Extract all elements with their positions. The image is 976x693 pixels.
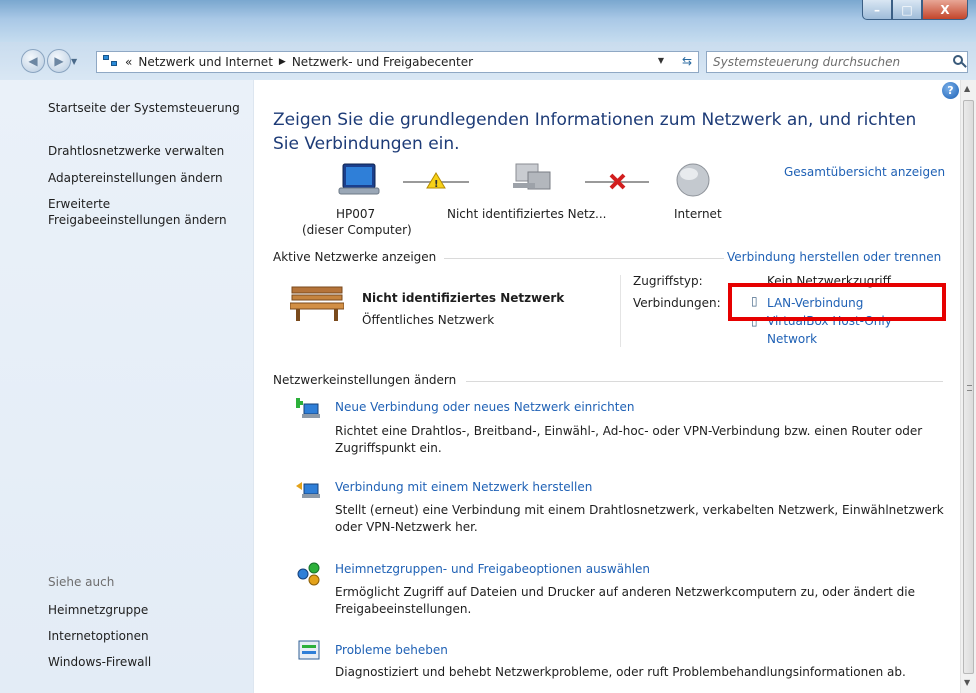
overview-link[interactable]: Gesamtübersicht anzeigen bbox=[784, 165, 945, 179]
back-button[interactable]: ◀ bbox=[21, 49, 45, 73]
address-overflow[interactable]: « bbox=[125, 55, 132, 69]
new-connection-desc: Richtet eine Drahtlos-, Breitband-, Einw… bbox=[335, 424, 923, 438]
address-separator[interactable]: ▶ bbox=[279, 57, 286, 67]
sidebar-item-adapter[interactable]: Adaptereinstellungen ändern bbox=[48, 170, 223, 186]
connect-network-desc: Stellt (erneut) eine Verbindung mit eine… bbox=[335, 503, 944, 517]
scroll-down-icon[interactable]: ▼ bbox=[964, 678, 970, 687]
connections-label: Verbindungen: bbox=[633, 296, 721, 310]
section-divider bbox=[444, 258, 724, 259]
sidebar-item-wireless[interactable]: Drahtlosnetzwerke verwalten bbox=[48, 143, 224, 159]
see-also-label: Siehe auch bbox=[48, 575, 115, 589]
homegroup-desc: Ermöglicht Zugriff auf Dateien und Druck… bbox=[335, 585, 915, 599]
sidebar-item-homegroup[interactable]: Heimnetzgruppe bbox=[48, 602, 148, 618]
title-bar: – □ X bbox=[0, 0, 976, 42]
search-icon[interactable] bbox=[953, 55, 963, 65]
vertical-scrollbar[interactable]: ▲ ▼ bbox=[960, 80, 976, 693]
access-type-label: Zugriffstyp: bbox=[633, 274, 703, 288]
bench-icon bbox=[290, 286, 344, 321]
scroll-up-icon[interactable]: ▲ bbox=[964, 84, 970, 93]
address-segment-network-internet[interactable]: Netzwerk und Internet bbox=[138, 55, 273, 69]
computer-icon[interactable] bbox=[338, 163, 380, 195]
window-controls: – □ X bbox=[862, 0, 968, 20]
internet-label: Internet bbox=[674, 207, 722, 221]
close-button[interactable]: X bbox=[922, 0, 968, 20]
search-placeholder: Systemsteuerung durchsuchen bbox=[713, 55, 901, 69]
vertical-divider bbox=[620, 275, 621, 347]
network-folder-icon bbox=[103, 55, 119, 69]
minimize-button[interactable]: – bbox=[862, 0, 892, 20]
settings-header: Netzwerkeinstellungen ändern bbox=[273, 373, 457, 387]
sidebar-home-link[interactable]: Startseite der Systemsteuerung bbox=[48, 100, 240, 116]
computer-name: HP007 bbox=[336, 207, 376, 221]
troubleshoot-link[interactable]: Probleme beheben bbox=[335, 643, 448, 657]
forward-arrow-icon: ▶ bbox=[54, 54, 64, 68]
network-map-label: Nicht identifiziertes Netz... bbox=[447, 207, 607, 221]
help-icon[interactable]: ? bbox=[942, 82, 959, 99]
address-bar[interactable]: « Netzwerk und Internet ▶ Netzwerk- und … bbox=[96, 51, 699, 73]
new-connection-link[interactable]: Neue Verbindung oder neues Netzwerk einr… bbox=[335, 400, 634, 414]
virtualbox-connection-link-line2[interactable]: Network bbox=[767, 332, 817, 346]
back-arrow-icon: ◀ bbox=[28, 54, 38, 68]
maximize-button[interactable]: □ bbox=[892, 0, 922, 20]
highlight-box bbox=[728, 283, 946, 321]
scroll-thumb[interactable] bbox=[963, 100, 974, 674]
connect-network-icon bbox=[296, 482, 320, 498]
connect-network-desc-line2: oder VPN-Netzwerk her. bbox=[335, 520, 478, 534]
forward-button[interactable]: ▶ bbox=[47, 49, 71, 73]
active-networks-header: Aktive Netzwerke anzeigen bbox=[273, 250, 437, 264]
sidebar-item-internet-options[interactable]: Internetoptionen bbox=[48, 628, 149, 644]
section-divider bbox=[466, 381, 943, 382]
active-network-name: Nicht identifiziertes Netzwerk bbox=[362, 291, 565, 305]
search-input[interactable]: Systemsteuerung durchsuchen bbox=[706, 51, 968, 73]
recent-pages-dropdown-icon[interactable]: ▼ bbox=[71, 57, 77, 66]
troubleshoot-desc: Diagnostiziert und behebt Netzwerkproble… bbox=[335, 665, 906, 679]
sidebar-item-advanced-sharing[interactable]: Erweiterte bbox=[48, 196, 110, 212]
computer-subtitle: (dieser Computer) bbox=[302, 223, 412, 237]
sidebar: Startseite der Systemsteuerung Drahtlosn… bbox=[0, 80, 254, 693]
navigation-bar: ◀ ▶ ▼ « Netzwerk und Internet ▶ Netzwerk… bbox=[0, 42, 976, 80]
homegroup-icon bbox=[297, 562, 320, 586]
homegroup-link[interactable]: Heimnetzgruppen- und Freigabeoptionen au… bbox=[335, 562, 650, 576]
sidebar-item-advanced-sharing-line2[interactable]: Freigabeeinstellungen ändern bbox=[48, 212, 227, 228]
page-title: Zeigen Sie die grundlegenden Information… bbox=[273, 110, 917, 154]
internet-globe-icon[interactable] bbox=[676, 163, 710, 197]
unidentified-network-icon[interactable] bbox=[513, 163, 551, 190]
new-connection-desc-line2: Zugriffspunkt ein. bbox=[335, 441, 442, 455]
connect-network-link[interactable]: Verbindung mit einem Netzwerk herstellen bbox=[335, 480, 592, 494]
sidebar-item-firewall[interactable]: Windows-Firewall bbox=[48, 654, 151, 670]
new-connection-icon bbox=[296, 398, 320, 418]
active-network-type[interactable]: Öffentliches Netzwerk bbox=[362, 313, 494, 327]
refresh-icon[interactable]: ⇆ bbox=[682, 54, 692, 68]
address-segment-network-center[interactable]: Netzwerk- und Freigabecenter bbox=[292, 55, 473, 69]
address-dropdown-icon[interactable]: ▼ bbox=[658, 56, 664, 65]
troubleshoot-icon bbox=[298, 640, 320, 660]
scroll-grip-icon bbox=[967, 385, 972, 391]
svg-text:!: ! bbox=[434, 179, 439, 190]
connect-disconnect-link[interactable]: Verbindung herstellen oder trennen bbox=[727, 250, 941, 264]
network-map: ! bbox=[338, 163, 710, 197]
homegroup-desc-line2: Freigabeeinstellungen. bbox=[335, 602, 472, 616]
